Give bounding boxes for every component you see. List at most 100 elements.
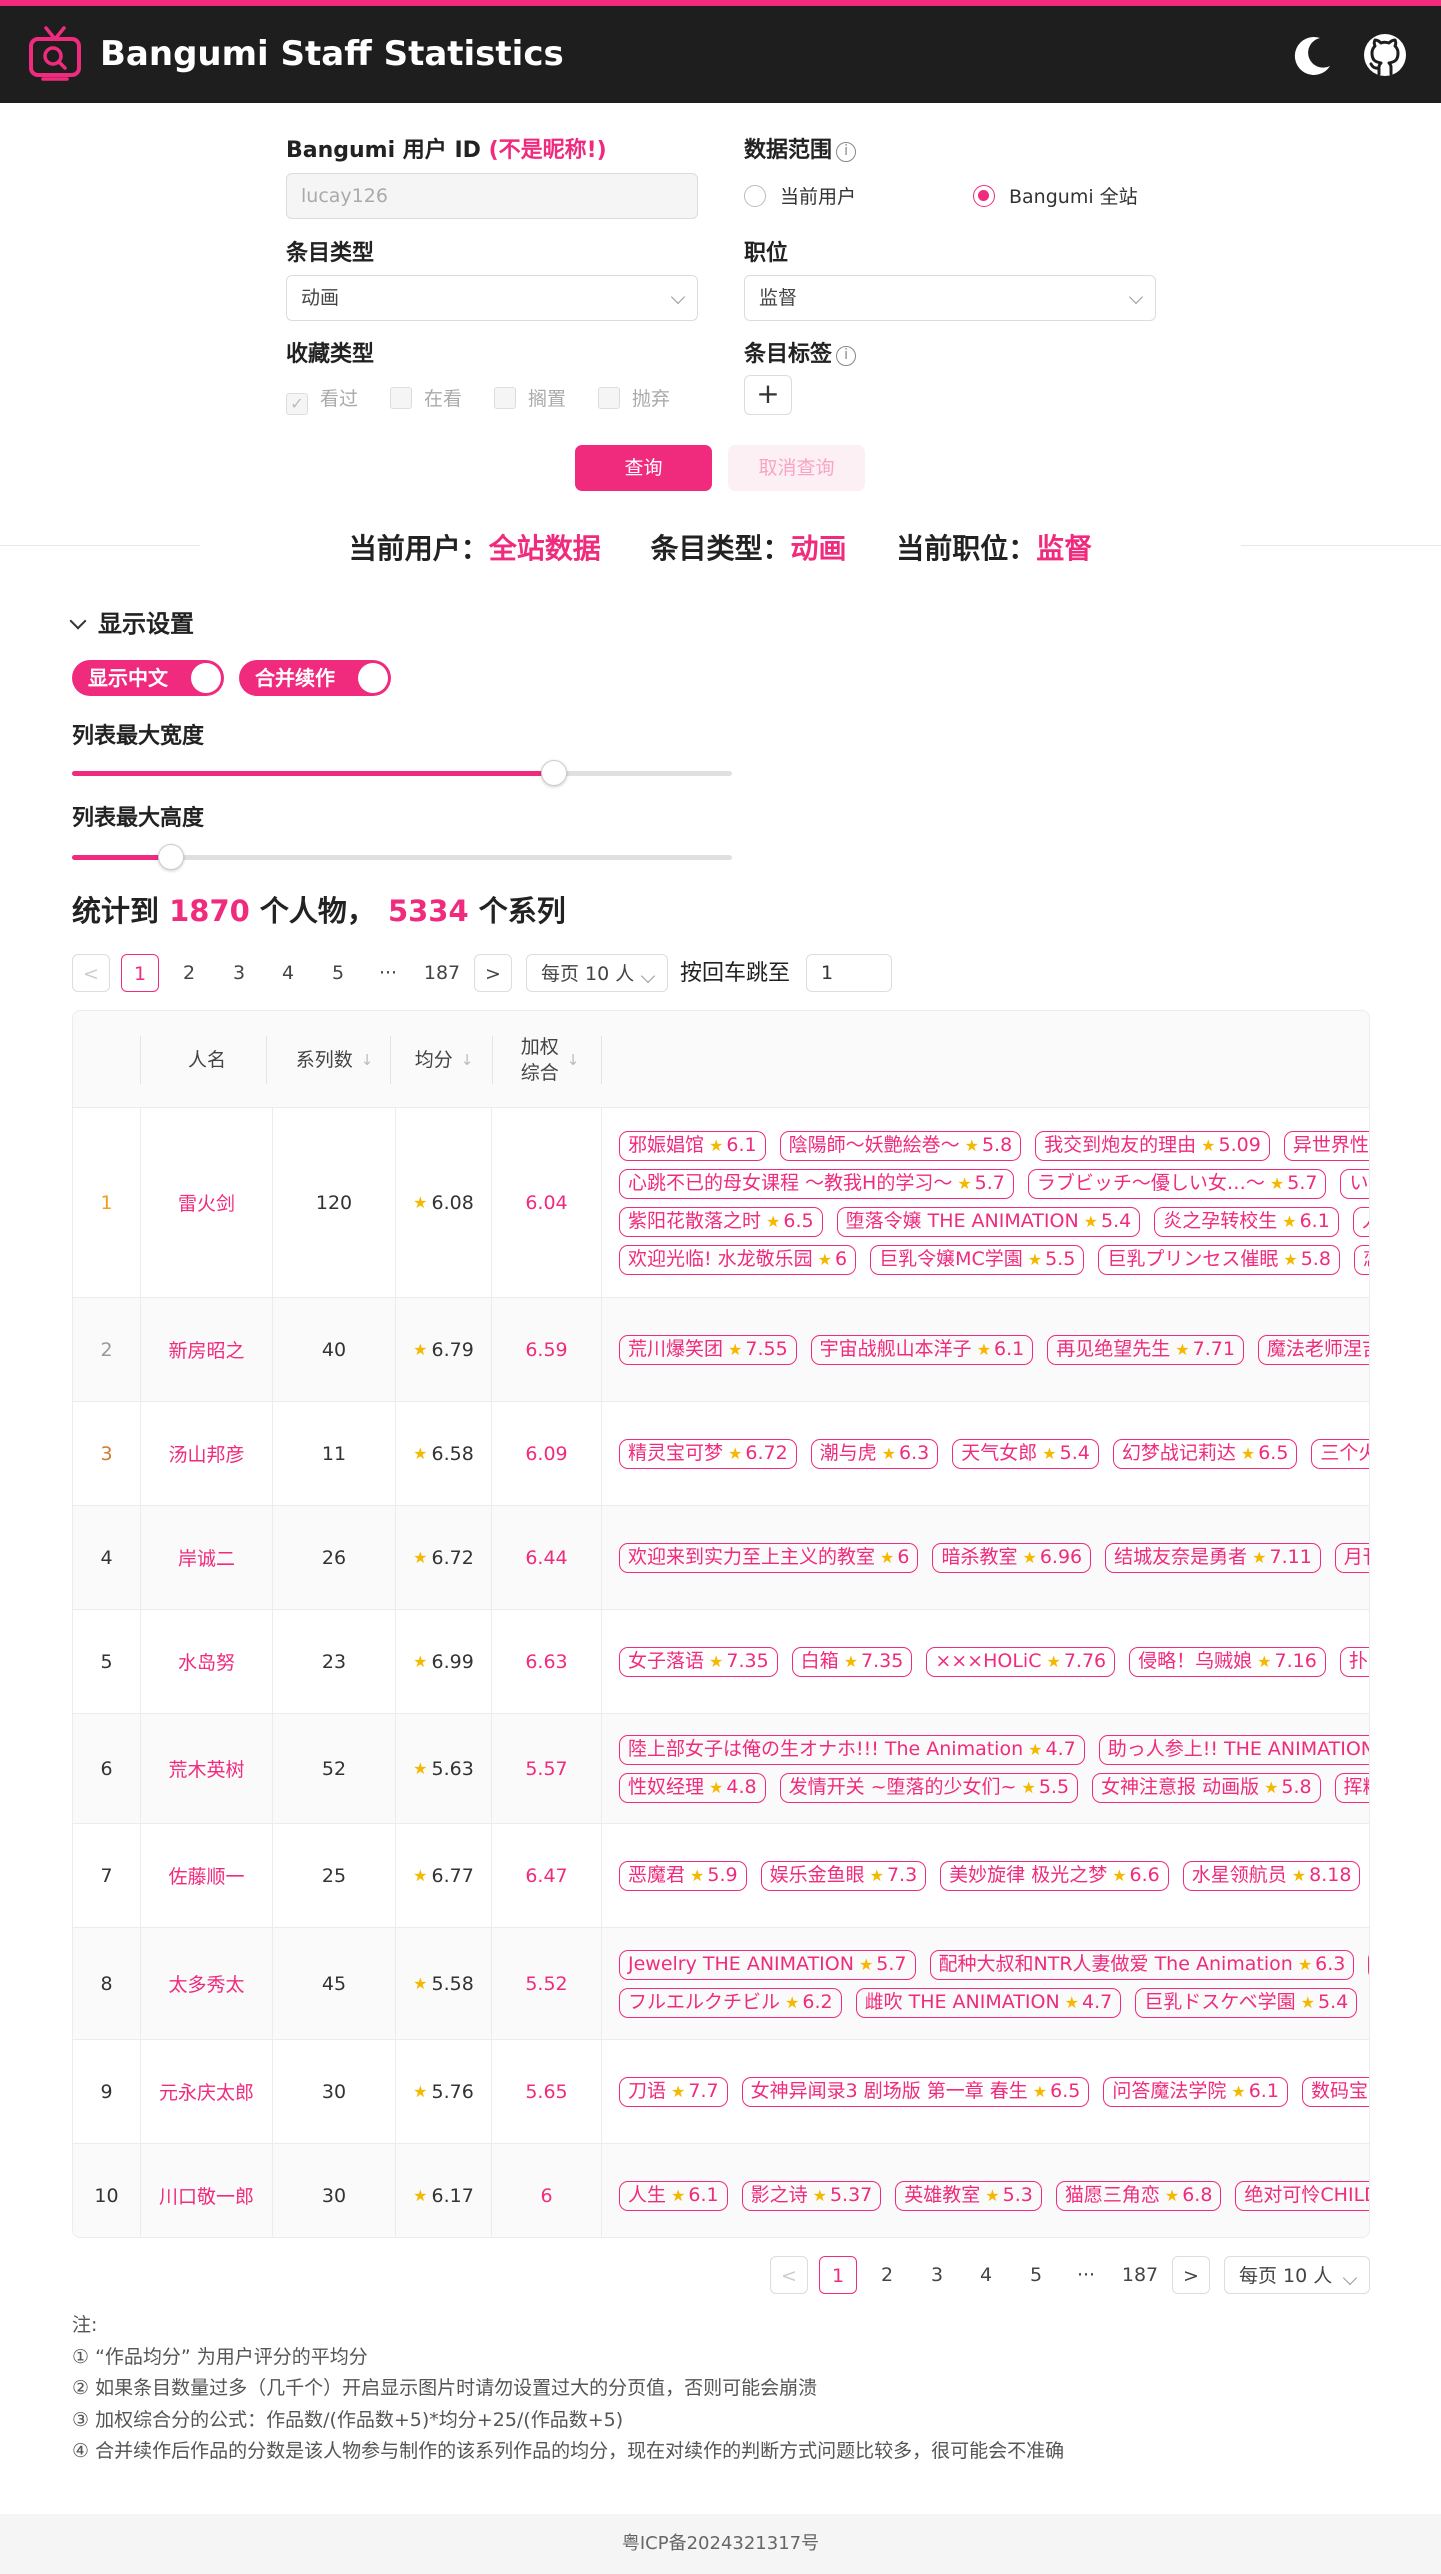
work-tag[interactable]: 侵略！乌贼娘 ★ 7.16 xyxy=(1129,1646,1326,1677)
work-tag[interactable]: 月刊 xyxy=(1334,1542,1369,1573)
prev-page-button[interactable]: < xyxy=(770,2256,808,2294)
work-tag[interactable]: 美妙旋律 极光之梦 ★ 6.6 xyxy=(940,1860,1169,1891)
page-1[interactable]: 1 xyxy=(121,954,159,992)
work-tag[interactable]: 问答魔法学院 ★ 6.1 xyxy=(1103,2076,1288,2107)
staff-name-link[interactable]: 元永庆太郎 xyxy=(141,2040,273,2143)
staff-name-link[interactable]: 水岛努 xyxy=(141,1610,273,1713)
work-tag[interactable]: 雌吹 THE ANIMATION ★ 4.7 xyxy=(855,1987,1122,2018)
work-tag[interactable]: ×××HOLiC ★ 7.76 xyxy=(926,1646,1116,1677)
work-tag[interactable]: 结城友奈是勇者 ★ 7.11 xyxy=(1105,1542,1321,1573)
work-tag[interactable]: 猫愿三角恋 ★ 6.8 xyxy=(1055,2180,1222,2211)
work-tag[interactable]: 数码宝 xyxy=(1301,2076,1369,2107)
work-tag[interactable]: ラブビッチ～優しい女…～ ★ 5.7 xyxy=(1027,1168,1327,1199)
work-tag[interactable]: 配种大叔和NTR人妻做爱 The Animation ★ 6.3 xyxy=(929,1949,1355,1980)
page-2[interactable]: 2 xyxy=(868,2256,906,2294)
page-3[interactable]: 3 xyxy=(220,954,258,992)
work-tag[interactable]: 女神注意报 动画版 ★ 5.8 xyxy=(1092,1772,1321,1803)
work-tag[interactable]: 欢迎来到实力至上主义的教室 ★ 6 xyxy=(619,1542,919,1573)
header-count[interactable]: 系列数 ↓ xyxy=(273,1011,396,1108)
page-last[interactable]: 187 xyxy=(1116,2256,1164,2294)
next-page-button[interactable]: > xyxy=(1172,2256,1210,2294)
staff-name-link[interactable]: 新房昭之 xyxy=(141,1298,273,1401)
next-page-button[interactable]: > xyxy=(474,954,512,992)
work-tag[interactable]: 女子落语 ★ 7.35 xyxy=(619,1646,778,1677)
max-height-slider[interactable] xyxy=(72,844,732,870)
work-tag[interactable]: 女神异闻录3 剧场版 第一章 春生 ★ 6.5 xyxy=(741,2076,1090,2107)
moon-icon[interactable] xyxy=(1290,32,1336,78)
work-tag[interactable]: 天气女郎 ★ 5.4 xyxy=(952,1438,1099,1469)
page-last[interactable]: 187 xyxy=(418,954,466,992)
work-tag[interactable]: 炎之孕转校生 ★ 6.1 xyxy=(1154,1206,1339,1237)
work-tag[interactable]: 堕落令嬢 THE ANIMATION ★ 5.4 xyxy=(836,1206,1141,1237)
work-tag[interactable]: 性奴经理 ★ 4.8 xyxy=(619,1772,766,1803)
slider-handle[interactable] xyxy=(540,760,567,786)
collection-checkbox-dropped[interactable]: 抛弃 xyxy=(598,384,670,411)
cancel-query-button[interactable]: 取消查询 xyxy=(728,445,865,491)
work-tag[interactable]: 潮与虎 ★ 6.3 xyxy=(810,1438,939,1469)
work-tag[interactable]: Jewelry THE ANIMATION ★ 5.7 xyxy=(619,1949,916,1980)
work-tag[interactable]: 幻梦战记莉达 ★ 6.5 xyxy=(1112,1438,1298,1469)
work-tag[interactable]: 巨乳プリンセス催眠 ★ 5.8 xyxy=(1098,1244,1340,1275)
page-1[interactable]: 1 xyxy=(819,2256,857,2294)
work-tag[interactable]: 再见绝望先生 ★ 7.71 xyxy=(1047,1334,1244,1365)
footer-icp[interactable]: 粤ICP备2024321317号 xyxy=(0,2514,1441,2574)
staff-name-link[interactable]: 汤山邦彦 xyxy=(141,1402,273,1505)
work-tag[interactable]: 暗杀教室 ★ 6.96 xyxy=(932,1542,1092,1573)
work-tag[interactable]: 异世界性 xyxy=(1283,1130,1369,1161)
work-tag[interactable]: 挥精 xyxy=(1334,1772,1369,1803)
user-id-input[interactable]: lucay126 xyxy=(286,173,698,219)
work-tag[interactable]: 恋 xyxy=(1353,1244,1369,1275)
toggle-show-chinese[interactable]: 显示中文 xyxy=(72,660,224,696)
work-tag[interactable]: 白箱 ★ 7.35 xyxy=(791,1646,913,1677)
work-tag[interactable]: い xyxy=(1340,1168,1369,1199)
work-tag[interactable]: 娱乐金鱼眼 ★ 7.3 xyxy=(760,1860,927,1891)
add-tag-button[interactable]: + xyxy=(744,375,792,415)
work-tag[interactable]: 欢迎光临! 水龙敬乐园 ★ 6 xyxy=(619,1244,857,1275)
collection-checkbox-watched[interactable]: ✓ 看过 xyxy=(286,384,358,415)
work-tag[interactable]: 扑杀 xyxy=(1339,1646,1369,1677)
staff-name-link[interactable]: 雷火剑 xyxy=(141,1108,273,1297)
range-option-current-user[interactable]: 当前用户 xyxy=(744,182,856,209)
jump-input[interactable]: 1 xyxy=(806,954,892,992)
work-tag[interactable]: 我交到炮友的理由 ★ 5.09 xyxy=(1035,1130,1270,1161)
work-tag[interactable]: 绝对可怜CHILD xyxy=(1235,2180,1369,2211)
work-tag[interactable]: 心跳不已的母女课程 ～教我H的学习～ ★ 5.7 xyxy=(619,1168,1014,1199)
work-tag[interactable]: 影之诗 ★ 5.37 xyxy=(741,2180,882,2211)
page-size-select[interactable]: 每页 10 人 xyxy=(526,954,668,992)
page-ellipsis[interactable]: ··· xyxy=(369,954,407,992)
info-icon[interactable]: i xyxy=(836,142,857,162)
work-tag[interactable]: フルエルクチビル ★ 6.2 xyxy=(619,1987,842,2018)
work-tag[interactable]: 荒川爆笑团 ★ 7.55 xyxy=(619,1334,797,1365)
query-button[interactable]: 查询 xyxy=(575,445,712,491)
work-tag[interactable]: 陸上部女子は俺の生オナホ!!! The Animation ★ 4.7 xyxy=(619,1734,1085,1765)
work-tag[interactable]: 巨乳ドスケベ学園 ★ 5.4 xyxy=(1135,1987,1358,2018)
work-tag[interactable]: 陰陽師～妖艶絵巻～ ★ 5.8 xyxy=(779,1130,1022,1161)
max-width-slider[interactable] xyxy=(72,760,732,786)
page-3[interactable]: 3 xyxy=(918,2256,956,2294)
display-settings-toggle[interactable]: 显示设置 xyxy=(69,604,194,639)
page-5[interactable]: 5 xyxy=(1017,2256,1055,2294)
prev-page-button[interactable]: < xyxy=(72,954,110,992)
work-tag[interactable]: 精灵宝可梦 ★ 6.72 xyxy=(619,1438,797,1469)
collection-checkbox-onhold[interactable]: 搁置 xyxy=(494,384,566,411)
work-tag[interactable]: 人 xyxy=(1352,1206,1369,1237)
position-select[interactable]: 监督 xyxy=(744,275,1156,321)
staff-name-link[interactable]: 佐藤顺一 xyxy=(141,1824,273,1927)
work-tag[interactable]: 三个火 xyxy=(1311,1438,1369,1469)
staff-name-link[interactable]: 荒木英树 xyxy=(141,1714,273,1823)
page-4[interactable]: 4 xyxy=(269,954,307,992)
staff-name-link[interactable]: 太多秀太 xyxy=(141,1928,273,2039)
page-5[interactable]: 5 xyxy=(319,954,357,992)
work-tag[interactable]: 人生 ★ 6.1 xyxy=(619,2180,728,2211)
github-icon[interactable] xyxy=(1362,32,1408,78)
toggle-merge-sequels[interactable]: 合并续作 xyxy=(239,660,391,696)
work-tag[interactable]: 魔法老师涅吉 xyxy=(1257,1334,1369,1365)
work-tag[interactable]: 助っ人参上!! THE ANIMATION xyxy=(1098,1734,1369,1765)
staff-name-link[interactable]: 川口敬一郎 xyxy=(141,2144,273,2237)
work-tag[interactable]: 发情开关 ~堕落的少女们~ ★ 5.5 xyxy=(779,1772,1079,1803)
range-option-all-site[interactable]: Bangumi 全站 xyxy=(973,182,1138,209)
staff-name-link[interactable]: 岸诚二 xyxy=(141,1506,273,1609)
tv-logo-icon[interactable] xyxy=(28,24,82,82)
header-weighted[interactable]: 加权 综合 ↓ xyxy=(500,1011,600,1108)
page-4[interactable]: 4 xyxy=(967,2256,1005,2294)
